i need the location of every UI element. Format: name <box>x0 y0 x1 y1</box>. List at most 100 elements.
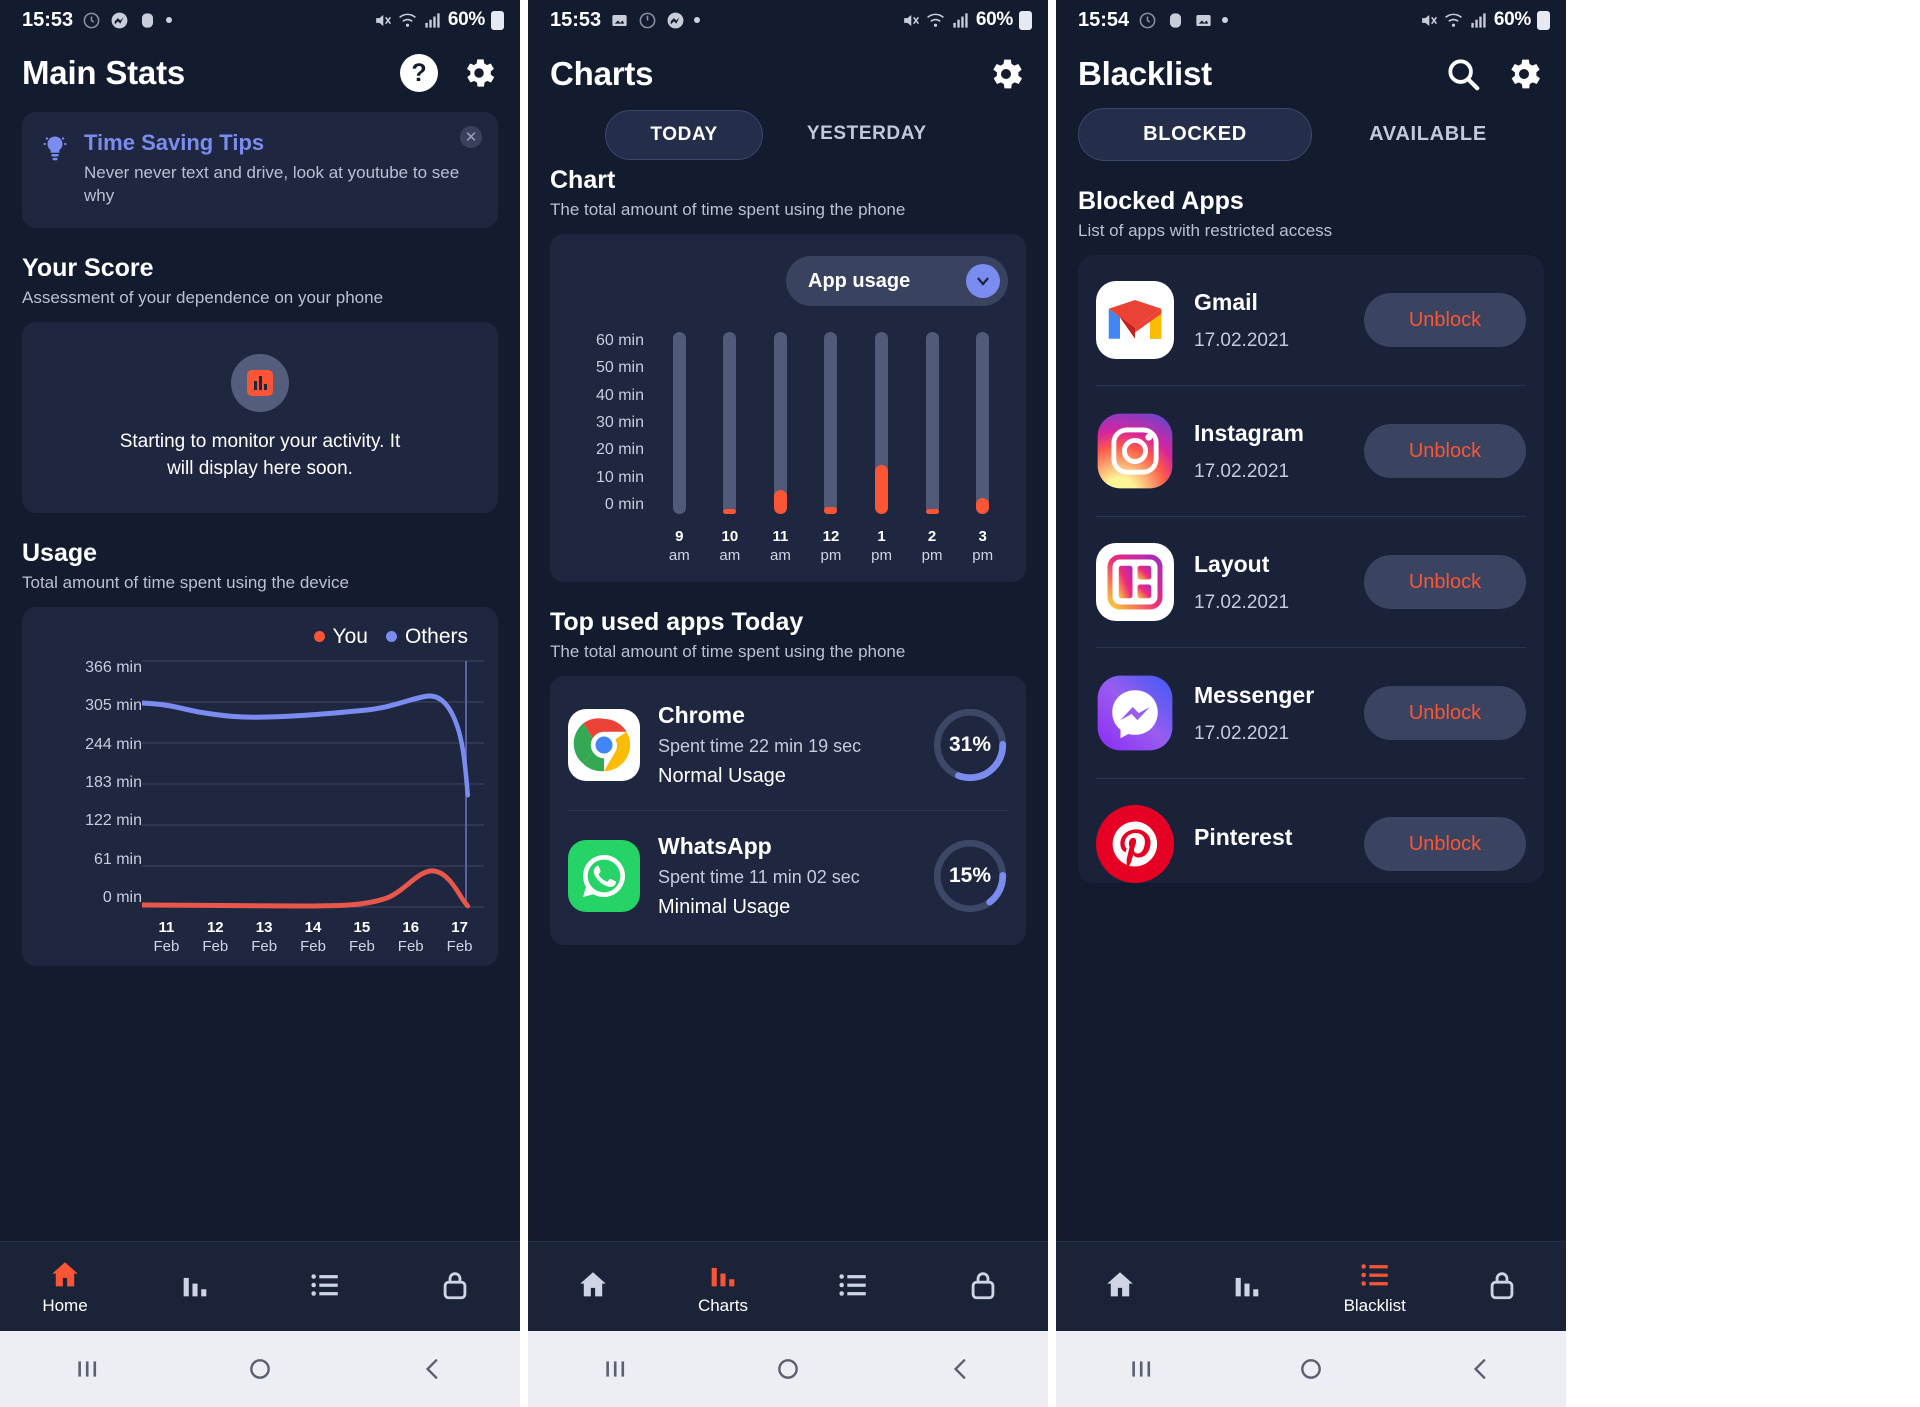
bottom-navigation[interactable]: Blacklist <box>1056 1241 1566 1331</box>
nav-charts[interactable] <box>130 1268 260 1306</box>
unblock-button[interactable]: Unblock <box>1364 817 1526 871</box>
list-item[interactable]: Pinterest Unblock <box>1096 779 1526 883</box>
chart-type-dropdown[interactable]: App usage <box>786 256 1008 306</box>
list-item[interactable]: Gmail 17.02.2021 Unblock <box>1096 255 1526 386</box>
list-item[interactable]: Instagram 17.02.2021 Unblock <box>1096 386 1526 517</box>
bar-11am <box>773 332 787 514</box>
recents-button[interactable] <box>528 1356 701 1382</box>
android-system-bar[interactable] <box>0 1331 520 1407</box>
bar-3pm <box>976 332 990 514</box>
blacklist-scroll-area[interactable]: BLOCKED AVAILABLE Blocked Apps List of a… <box>1056 102 1566 1241</box>
status-bar: 15:53 60% <box>528 0 1048 40</box>
list-item[interactable]: Chrome Spent time 22 min 19 sec Normal U… <box>568 680 1008 811</box>
app-usage-level: Minimal Usage <box>658 895 791 918</box>
status-bar: 15:53 60% <box>0 0 520 40</box>
screen-blacklist: 15:54 60% Blacklist BLOCKED AVAILABLE Bl… <box>1056 0 1566 1407</box>
blocked-date: 17.02.2021 <box>1194 329 1290 351</box>
bottom-navigation[interactable]: Home <box>0 1241 520 1331</box>
app-spent-time: Spent time 11 min 02 sec <box>658 866 860 887</box>
app-usage-level: Normal Usage <box>658 764 786 787</box>
android-system-bar[interactable] <box>1056 1331 1566 1407</box>
nav-lock[interactable] <box>1439 1268 1567 1306</box>
status-bar: 15:54 60% <box>1056 0 1566 40</box>
blacklist-tabs[interactable]: BLOCKED AVAILABLE <box>1078 108 1544 161</box>
clock-icon <box>1139 12 1156 28</box>
app-usage-bar-chart[interactable]: App usage 60 min 50 min 40 min 30 min 20… <box>550 234 1026 582</box>
wifi-icon <box>926 13 944 27</box>
search-icon[interactable] <box>1444 55 1482 93</box>
clock-icon <box>83 12 100 28</box>
nav-charts-label: Charts <box>697 1295 749 1315</box>
lock-icon <box>1490 1271 1514 1299</box>
usage-subtitle: Total amount of time spent using the dev… <box>22 572 349 592</box>
app-icon <box>142 12 154 28</box>
recents-button[interactable] <box>1056 1356 1226 1382</box>
nav-lock[interactable] <box>918 1268 1048 1306</box>
gear-icon[interactable] <box>986 54 1026 94</box>
bottom-navigation[interactable]: Charts <box>528 1241 1048 1331</box>
notification-dot-icon <box>694 17 701 23</box>
nav-charts[interactable] <box>1184 1268 1312 1306</box>
nav-lock[interactable] <box>390 1268 520 1306</box>
chevron-down-icon[interactable] <box>966 264 1000 298</box>
bar-y-axis: 60 min 50 min 40 min 30 min 20 min 10 mi… <box>595 332 644 513</box>
nav-home[interactable]: Home <box>0 1258 130 1316</box>
usage-line-chart[interactable]: You Others 366 min 305 min 244 min 183 m… <box>22 606 498 967</box>
app-name: Chrome <box>658 701 745 728</box>
battery-icon <box>491 10 504 30</box>
usage-percent: 15% <box>948 863 992 887</box>
charts-scroll-area[interactable]: TODAY YESTERDAY Chart The total amount o… <box>528 102 1048 1241</box>
tab-today[interactable]: TODAY <box>605 110 763 160</box>
home-button[interactable] <box>173 1356 346 1382</box>
nav-home[interactable] <box>1056 1268 1184 1306</box>
usage-heading: Usage <box>22 538 98 567</box>
list-item[interactable]: Messenger 17.02.2021 Unblock <box>1096 648 1526 779</box>
whatsapp-icon <box>568 839 640 912</box>
time-saving-tips-card[interactable]: Time Saving Tips Never never text and dr… <box>22 112 498 228</box>
score-heading: Your Score <box>22 253 154 282</box>
nav-blacklist[interactable] <box>788 1268 918 1306</box>
bar-x-axis: 9 am 10 am 11 am 12 pm 1 pm 2 pm 3 pm <box>668 528 994 564</box>
messenger-icon <box>667 12 684 28</box>
main-scroll-area[interactable]: Time Saving Tips Never never text and dr… <box>0 100 520 1241</box>
screen-charts: 15:53 60% Charts TODAY YESTERDAY Chart T… <box>528 0 1048 1407</box>
home-button[interactable] <box>701 1356 874 1382</box>
mute-icon <box>1422 14 1437 26</box>
tab-available[interactable]: AVAILABLE <box>1312 109 1544 160</box>
close-icon[interactable]: ✕ <box>460 126 482 148</box>
unblock-button[interactable]: Unblock <box>1364 555 1526 609</box>
list-item[interactable]: WhatsApp Spent time 11 min 02 sec Minima… <box>568 811 1008 941</box>
back-button[interactable] <box>875 1356 1048 1382</box>
home-button[interactable] <box>1226 1356 1396 1382</box>
android-system-bar[interactable] <box>528 1331 1048 1407</box>
recents-button[interactable] <box>0 1356 173 1382</box>
tab-blocked[interactable]: BLOCKED <box>1078 108 1312 161</box>
nav-blacklist[interactable] <box>260 1268 390 1306</box>
signal-icon <box>425 12 440 28</box>
lightbulb-icon <box>43 136 67 161</box>
list-item[interactable]: Layout 17.02.2021 Unblock <box>1096 517 1526 648</box>
back-button[interactable] <box>347 1356 520 1382</box>
tab-yesterday[interactable]: YESTERDAY <box>763 110 971 160</box>
app-name: Layout <box>1194 550 1270 577</box>
battery-percent: 60% <box>447 9 485 30</box>
help-button[interactable]: ? <box>400 54 438 92</box>
back-button[interactable] <box>1396 1356 1566 1382</box>
blocked-date: 17.02.2021 <box>1194 591 1290 613</box>
nav-charts[interactable]: Charts <box>658 1258 788 1316</box>
top-apps-list[interactable]: Chrome Spent time 22 min 19 sec Normal U… <box>550 675 1026 945</box>
nav-home[interactable] <box>528 1268 658 1306</box>
app-name: Instagram <box>1194 419 1304 446</box>
screen-main-stats: 15:53 60% Main Stats ? Time Saving Tips … <box>0 0 520 1407</box>
period-tabs[interactable]: TODAY YESTERDAY <box>528 110 1048 160</box>
unblock-button[interactable]: Unblock <box>1364 424 1526 478</box>
unblock-button[interactable]: Unblock <box>1364 686 1526 740</box>
gear-icon[interactable] <box>1504 54 1544 94</box>
unblock-button[interactable]: Unblock <box>1364 293 1526 347</box>
bars-icon <box>711 1267 735 1286</box>
blocked-apps-list[interactable]: Gmail 17.02.2021 Unblock Instagram 17.02… <box>1078 255 1544 883</box>
nav-blacklist[interactable]: Blacklist <box>1311 1258 1439 1316</box>
gear-icon[interactable] <box>460 54 498 92</box>
page-title: Main Stats <box>22 54 186 91</box>
wifi-icon <box>1444 13 1462 27</box>
